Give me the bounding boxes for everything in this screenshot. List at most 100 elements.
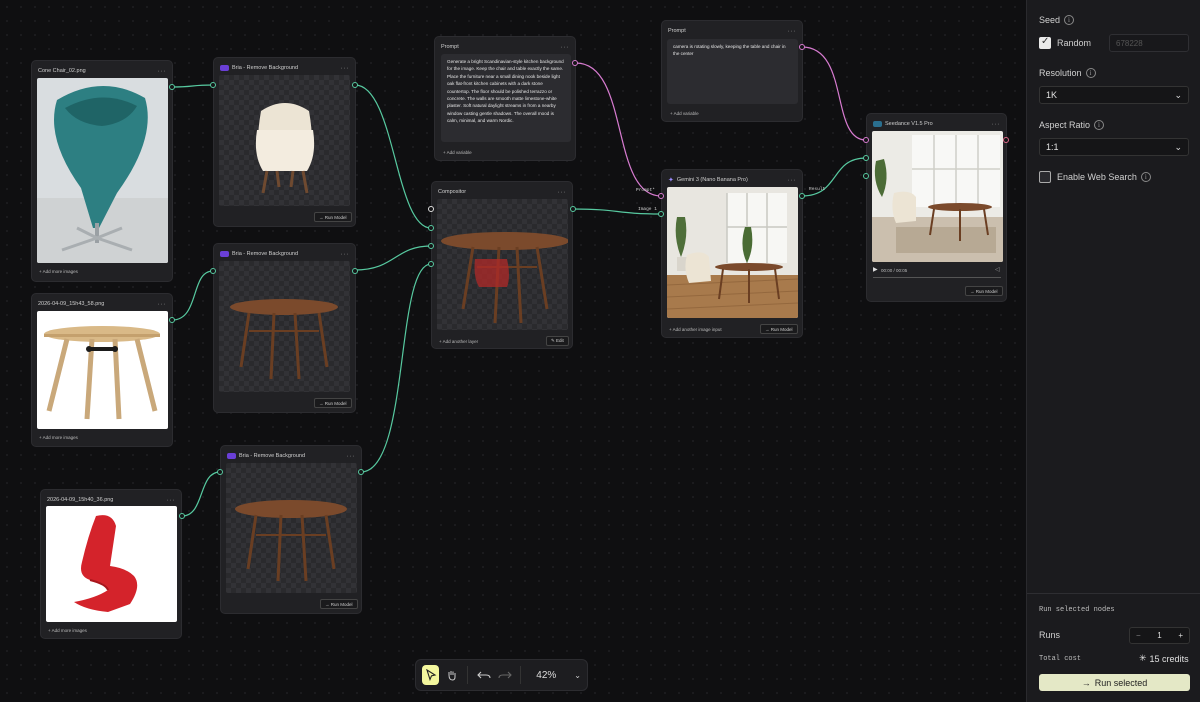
image-input-port[interactable]: [658, 211, 664, 217]
node-title: Gemini 3 (Nano Banana Pro): [676, 177, 748, 183]
input-port[interactable]: [428, 261, 434, 267]
node-title: Prompt: [668, 28, 686, 34]
cursor-arrow-icon: [425, 669, 436, 681]
gemini-node[interactable]: ✦ Gemini 3 (Nano Banana Pro) ··· + Add ano…: [661, 169, 803, 338]
more-options-icon[interactable]: ···: [341, 65, 350, 72]
total-cost: ✳ 15 credits: [1139, 653, 1189, 664]
image-input-port[interactable]: [863, 155, 869, 161]
info-icon[interactable]: i: [1140, 172, 1151, 182]
increment-button[interactable]: +: [1178, 631, 1183, 640]
bria-logo-icon: [220, 251, 229, 257]
prompt-input-port[interactable]: [658, 193, 664, 199]
run-selected-button[interactable]: → Run selected: [1039, 674, 1190, 691]
more-options-icon[interactable]: ···: [561, 44, 570, 51]
add-image-input-link[interactable]: + Add another image input: [669, 327, 722, 332]
video-progress-track[interactable]: [873, 277, 1001, 278]
compositor-node[interactable]: Compositor ··· + Add another layer ✎ Edit: [431, 181, 573, 349]
image-node-red-chair[interactable]: 2026-04-09_15h40_36.png ··· + Add more im…: [40, 489, 182, 639]
seedance-node[interactable]: Seedance V1.5 Pro ··· ▶ 00:00 / 00:05 ◁: [866, 113, 1007, 302]
panel-divider: [1027, 593, 1200, 594]
add-variable-link[interactable]: + Add variable: [670, 111, 699, 116]
bria-node-2[interactable]: Bria - Remove Background ··· → Run Model: [213, 243, 356, 413]
prompt-text[interactable]: Generate a bright Scandinavian-style kit…: [441, 54, 571, 142]
resolution-label: Resolution: [1039, 68, 1082, 78]
select-tool-button[interactable]: [422, 665, 440, 685]
more-options-icon[interactable]: ···: [158, 301, 167, 308]
more-options-icon[interactable]: ···: [788, 177, 797, 184]
chevron-down-icon[interactable]: ⌄: [574, 671, 581, 680]
output-port[interactable]: [799, 193, 805, 199]
node-title: Bria - Remove Background: [232, 65, 299, 71]
add-variable-link[interactable]: + Add variable: [443, 150, 472, 155]
volume-icon[interactable]: ◁: [995, 266, 1000, 273]
input-port[interactable]: [428, 243, 434, 249]
output-port[interactable]: [179, 513, 185, 519]
pan-tool-button[interactable]: [443, 665, 460, 685]
add-another-layer-link[interactable]: + Add another layer: [439, 339, 478, 344]
prompt-text[interactable]: camera is rotating slowly, keeping the t…: [667, 39, 798, 104]
workflow-canvas[interactable]: Cone Chair_02.png ··· + Add more images 2…: [0, 0, 1026, 702]
web-search-checkbox[interactable]: [1039, 171, 1051, 183]
play-icon[interactable]: ▶: [873, 266, 878, 273]
edit-button[interactable]: ✎ Edit: [546, 336, 569, 346]
run-model-button[interactable]: → Run Model: [760, 324, 798, 334]
image-input-port-2[interactable]: [863, 173, 869, 179]
toolbar-divider: [467, 666, 469, 684]
prompt-node-1[interactable]: Prompt ··· Generate a bright Scandinavian…: [434, 36, 576, 161]
total-cost-value: 15 credits: [1149, 653, 1189, 664]
add-more-images-link[interactable]: + Add more images: [39, 269, 78, 274]
compositor-preview: [437, 199, 568, 330]
run-model-button[interactable]: → Run Model: [314, 398, 352, 408]
output-port[interactable]: [572, 60, 578, 66]
random-seed-checkbox[interactable]: [1039, 36, 1051, 49]
output-port[interactable]: [169, 317, 175, 323]
output-port[interactable]: [358, 469, 364, 475]
output-port[interactable]: [352, 268, 358, 274]
output-port[interactable]: [169, 84, 175, 90]
input-port[interactable]: [428, 225, 434, 231]
arrow-right-icon: →: [1081, 677, 1091, 688]
more-options-icon[interactable]: ···: [347, 453, 356, 460]
more-options-icon[interactable]: ···: [558, 189, 567, 196]
resolution-select[interactable]: 1K ⌄: [1039, 86, 1189, 104]
run-model-button[interactable]: → Run Model: [320, 599, 358, 609]
zoom-level[interactable]: 42%: [536, 670, 556, 681]
input-port[interactable]: [210, 268, 216, 274]
prompt-input-port[interactable]: [863, 137, 869, 143]
info-icon[interactable]: i: [1064, 15, 1075, 25]
info-icon[interactable]: i: [1094, 120, 1105, 130]
input-port[interactable]: [210, 82, 216, 88]
input-port[interactable]: [217, 469, 223, 475]
more-options-icon[interactable]: ···: [992, 121, 1001, 128]
more-options-icon[interactable]: ···: [788, 28, 797, 35]
runs-stepper[interactable]: − 1 +: [1129, 627, 1190, 644]
image-node-cone-chair[interactable]: Cone Chair_02.png ··· + Add more images: [31, 60, 173, 282]
add-more-images-link[interactable]: + Add more images: [39, 435, 78, 440]
aspect-ratio-select[interactable]: 1:1 ⌄: [1039, 138, 1189, 156]
prompt-node-2[interactable]: Prompt ··· camera is rotating slowly, kee…: [661, 20, 803, 122]
output-port[interactable]: [352, 82, 358, 88]
image-node-table[interactable]: 2026-04-09_15h43_58.png ··· + Add more im…: [31, 293, 173, 447]
wire-prompt2-to-seedance: [801, 46, 867, 141]
seed-input[interactable]: 678228: [1109, 34, 1189, 52]
run-model-button[interactable]: → Run Model: [965, 286, 1003, 296]
bria-node-3[interactable]: Bria - Remove Background ··· → Run Model: [220, 445, 362, 614]
bria-logo-icon: [227, 453, 236, 459]
more-options-icon[interactable]: ···: [158, 68, 167, 75]
redo-icon: [498, 671, 512, 679]
undo-button[interactable]: [475, 665, 492, 685]
more-options-icon[interactable]: ···: [167, 497, 176, 504]
run-model-button[interactable]: → Run Model: [314, 212, 352, 222]
seedance-logo-icon: [873, 121, 882, 127]
more-options-icon[interactable]: ···: [341, 251, 350, 258]
output-port[interactable]: [570, 206, 576, 212]
redo-button[interactable]: [496, 665, 513, 685]
decrement-button[interactable]: −: [1136, 631, 1141, 640]
bria-node-1[interactable]: Bria - Remove Background ··· → Run Model: [213, 57, 356, 227]
add-more-images-link[interactable]: + Add more images: [48, 628, 87, 633]
input-port[interactable]: [428, 206, 434, 212]
output-port[interactable]: [799, 44, 805, 50]
output-port[interactable]: [1003, 137, 1009, 143]
info-icon[interactable]: i: [1085, 68, 1096, 78]
wire-bria2-to-compositor: [354, 245, 432, 271]
